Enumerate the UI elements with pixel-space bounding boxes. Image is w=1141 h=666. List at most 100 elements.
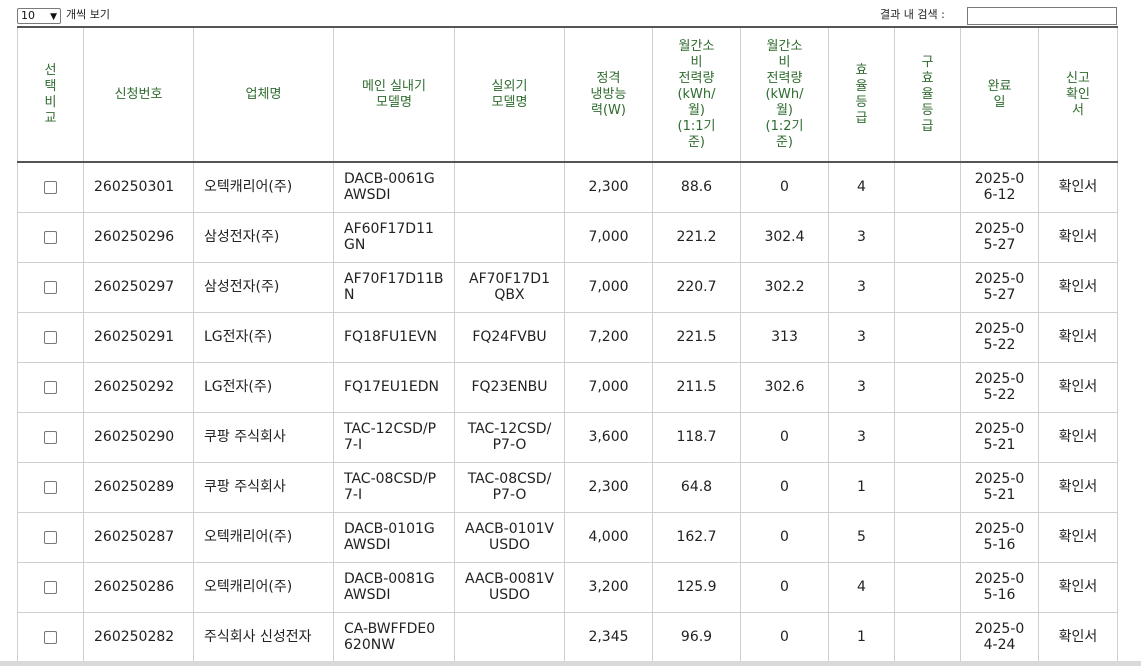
old-grade-cell: [894, 361, 961, 413]
indoor-model-link[interactable]: DACB-0081GAWSDI: [333, 561, 455, 613]
completion-date-cell: 2025-05-27: [960, 211, 1039, 263]
compare-checkbox[interactable]: [44, 530, 57, 544]
old-grade-cell: [894, 161, 961, 213]
outdoor-model-cell: TAC-12CSD/P7-O: [454, 411, 565, 463]
header-completion-date[interactable]: 완료 일: [960, 26, 1039, 163]
report-link[interactable]: 확인서: [1038, 511, 1118, 563]
app-no-cell: 260250297: [83, 261, 194, 313]
outdoor-model-cell: TAC-08CSD/P7-O: [454, 461, 565, 513]
compare-checkbox[interactable]: [44, 630, 57, 644]
header-company[interactable]: 업체명: [193, 26, 334, 163]
compare-checkbox-cell: [17, 361, 84, 413]
company-cell: 쿠팡 주식회사: [193, 461, 334, 513]
monthly-1to2-cell: 0: [740, 611, 829, 663]
indoor-model-link[interactable]: AF70F17D11BN: [333, 261, 455, 313]
report-link[interactable]: 확인서: [1038, 561, 1118, 613]
header-monthly-1to2[interactable]: 월간소 비 전력량 (kWh/ 월) (1:2기 준): [740, 26, 829, 163]
header-outdoor-model[interactable]: 실외기 모델명: [454, 26, 565, 163]
efficiency-grade-cell: 4: [828, 161, 895, 213]
efficiency-grade-cell: 5: [828, 511, 895, 563]
company-cell: LG전자(주): [193, 311, 334, 363]
chevron-down-icon: ▼: [50, 12, 57, 22]
table-row: 260250290 쿠팡 주식회사 TAC-12CSD/P7-I TAC-12CSD/…: [17, 411, 1118, 463]
old-grade-cell: [894, 611, 961, 663]
report-link[interactable]: 확인서: [1038, 461, 1118, 513]
header-rated-cooling[interactable]: 정격 냉방능 력(W): [564, 26, 653, 163]
search-input[interactable]: [967, 7, 1117, 25]
results-table: 선 택 비 교 신청번호 업체명 메인 실내기 모델명 실외기 모델명 정격 냉…: [17, 26, 1118, 663]
app-no-cell: 260250291: [83, 311, 194, 363]
old-grade-cell: [894, 311, 961, 363]
table-body: 260250301 오텍캐리어(주) DACB-0061GAWSDI 2,300 88.…: [17, 161, 1118, 663]
completion-date-cell: 2025-05-16: [960, 561, 1039, 613]
company-cell: 주식회사 신성전자: [193, 611, 334, 663]
app-no-cell: 260250282: [83, 611, 194, 663]
compare-checkbox[interactable]: [44, 480, 57, 494]
report-link[interactable]: 확인서: [1038, 161, 1118, 213]
report-link[interactable]: 확인서: [1038, 361, 1118, 413]
report-link[interactable]: 확인서: [1038, 311, 1118, 363]
efficiency-grade-cell: 3: [828, 411, 895, 463]
monthly-1to1-cell: 221.5: [652, 311, 741, 363]
rated-cooling-cell: 7,200: [564, 311, 653, 363]
header-monthly-1to1[interactable]: 월간소 비 전력량 (kWh/ 월) (1:1기 준): [652, 26, 741, 163]
report-link[interactable]: 확인서: [1038, 261, 1118, 313]
table-row: 260250297 삼성전자(주) AF70F17D11BN AF70F17D1QBX…: [17, 261, 1118, 313]
rated-cooling-cell: 2,345: [564, 611, 653, 663]
outdoor-model-cell: FQ23ENBU: [454, 361, 565, 413]
compare-checkbox[interactable]: [44, 580, 57, 594]
monthly-1to1-cell: 88.6: [652, 161, 741, 213]
rated-cooling-cell: 7,000: [564, 261, 653, 313]
header-app-no[interactable]: 신청번호: [83, 26, 194, 163]
app-no-cell: 260250287: [83, 511, 194, 563]
indoor-model-link[interactable]: AF60F17D11GN: [333, 211, 455, 263]
old-grade-cell: [894, 461, 961, 513]
compare-checkbox-cell: [17, 611, 84, 663]
header-old-grade[interactable]: 구 효 율 등 급: [894, 26, 961, 163]
app-no-cell: 260250301: [83, 161, 194, 213]
monthly-1to1-cell: 220.7: [652, 261, 741, 313]
rated-cooling-cell: 3,600: [564, 411, 653, 463]
outdoor-model-cell: [454, 211, 565, 263]
report-link[interactable]: 확인서: [1038, 211, 1118, 263]
header-efficiency-grade[interactable]: 효 율 등 급: [828, 26, 895, 163]
report-link[interactable]: 확인서: [1038, 611, 1118, 663]
outdoor-model-cell: AF70F17D1QBX: [454, 261, 565, 313]
completion-date-cell: 2025-05-16: [960, 511, 1039, 563]
table-row: 260250292 LG전자(주) FQ17EU1EDN FQ23ENBU 7,000 2…: [17, 361, 1118, 413]
completion-date-cell: 2025-06-12: [960, 161, 1039, 213]
indoor-model-link[interactable]: FQ18FU1EVN: [333, 311, 455, 363]
compare-checkbox[interactable]: [44, 380, 57, 394]
monthly-1to2-cell: 0: [740, 511, 829, 563]
report-link[interactable]: 확인서: [1038, 411, 1118, 463]
compare-checkbox-cell: [17, 211, 84, 263]
monthly-1to1-cell: 96.9: [652, 611, 741, 663]
header-indoor-model[interactable]: 메인 실내기 모델명: [333, 26, 455, 163]
compare-checkbox[interactable]: [44, 280, 57, 294]
old-grade-cell: [894, 261, 961, 313]
completion-date-cell: 2025-05-21: [960, 411, 1039, 463]
monthly-1to2-cell: 0: [740, 411, 829, 463]
indoor-model-link[interactable]: FQ17EU1EDN: [333, 361, 455, 413]
compare-checkbox-cell: [17, 461, 84, 513]
rated-cooling-cell: 7,000: [564, 361, 653, 413]
rated-cooling-cell: 4,000: [564, 511, 653, 563]
indoor-model-link[interactable]: DACB-0061GAWSDI: [333, 161, 455, 213]
completion-date-cell: 2025-04-24: [960, 611, 1039, 663]
compare-checkbox[interactable]: [44, 180, 57, 194]
indoor-model-link[interactable]: DACB-0101GAWSDI: [333, 511, 455, 563]
horizontal-scrollbar[interactable]: [0, 661, 1141, 666]
company-cell: 오텍캐리어(주): [193, 161, 334, 213]
indoor-model-link[interactable]: CA-BWFFDE0620NW: [333, 611, 455, 663]
compare-checkbox[interactable]: [44, 230, 57, 244]
page-length-select[interactable]: 10 ▼: [17, 8, 61, 24]
outdoor-model-cell: [454, 611, 565, 663]
monthly-1to1-cell: 118.7: [652, 411, 741, 463]
compare-checkbox[interactable]: [44, 330, 57, 344]
efficiency-grade-cell: 4: [828, 561, 895, 613]
indoor-model-link[interactable]: TAC-08CSD/P7-I: [333, 461, 455, 513]
compare-checkbox[interactable]: [44, 430, 57, 444]
compare-checkbox-cell: [17, 561, 84, 613]
indoor-model-link[interactable]: TAC-12CSD/P7-I: [333, 411, 455, 463]
efficiency-grade-cell: 3: [828, 211, 895, 263]
